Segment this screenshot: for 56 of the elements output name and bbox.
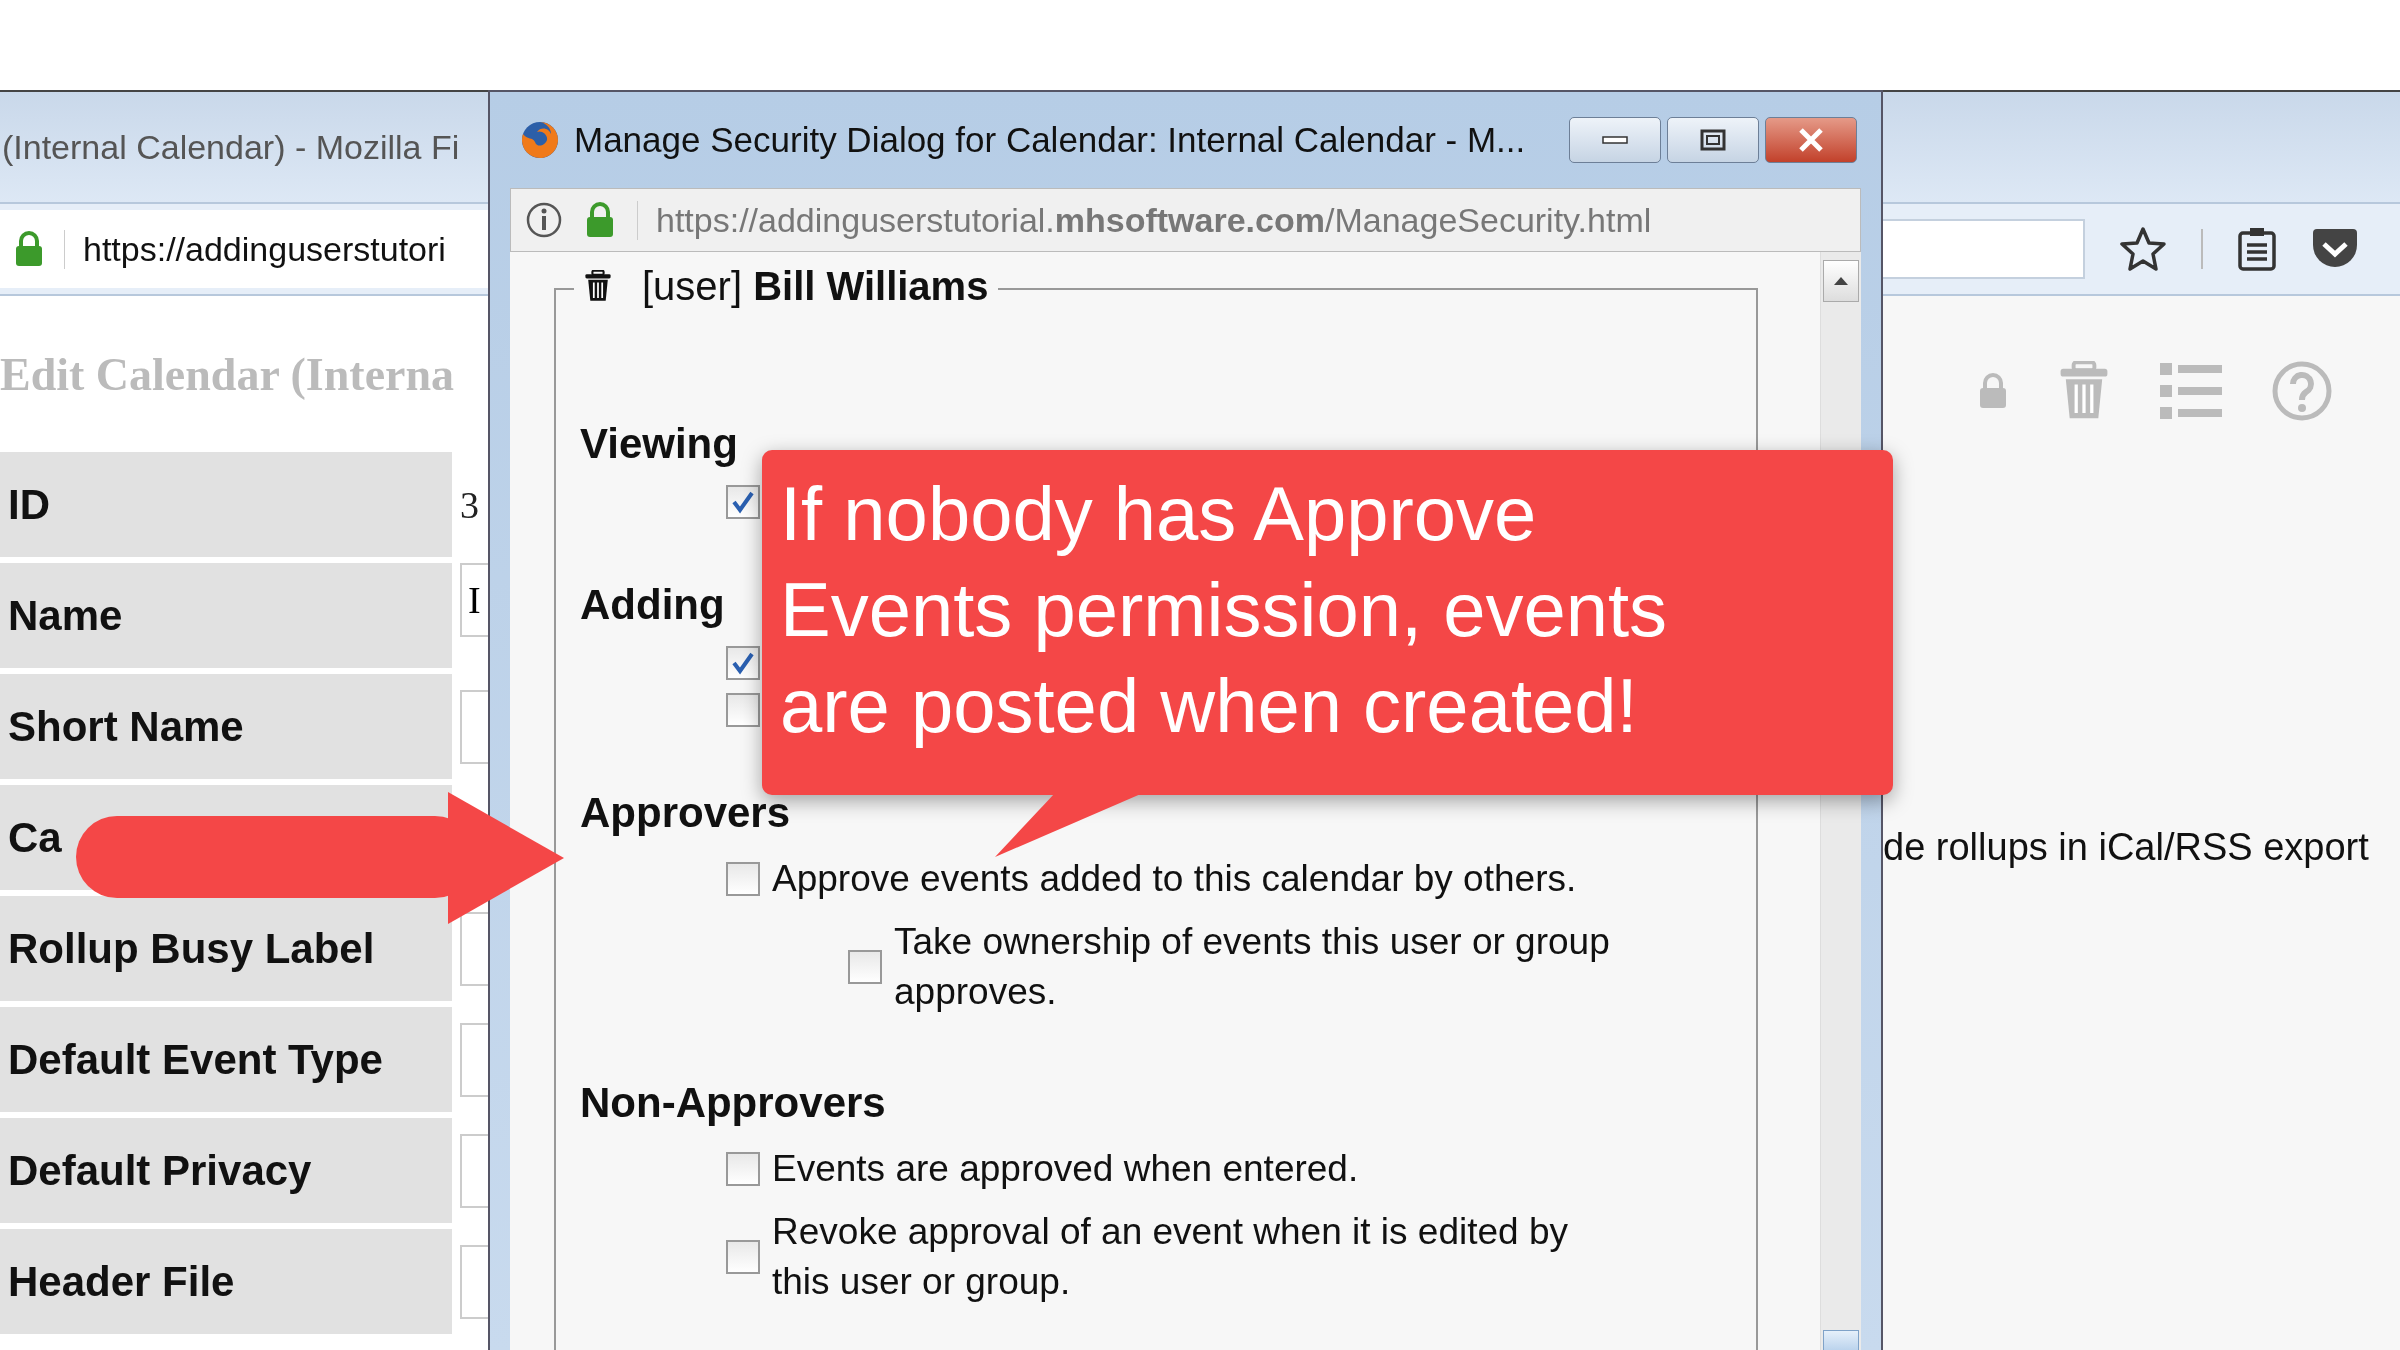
close-button[interactable] [1765, 117, 1857, 163]
close-icon [1797, 127, 1825, 153]
checkbox[interactable] [726, 693, 760, 727]
input-field[interactable] [460, 1133, 488, 1208]
checkbox[interactable] [726, 862, 760, 896]
maximize-button[interactable] [1667, 117, 1759, 163]
trash-icon [2058, 361, 2110, 421]
page-heading: Edit Calendar (Interna [0, 348, 456, 402]
info-icon[interactable] [525, 201, 563, 239]
window-title: (Internal Calendar) - Mozilla Fi [1, 127, 460, 167]
window-title: Manage Security Dialog for Calendar: Internal Calendar - M... [574, 120, 1527, 160]
lock-icon [585, 202, 615, 238]
search-field[interactable] [1883, 219, 2085, 279]
checkbox[interactable] [726, 485, 760, 519]
trash-icon [584, 270, 612, 303]
checkbox[interactable] [726, 1152, 760, 1186]
input-field[interactable] [460, 1022, 488, 1097]
field-value: 3 [460, 482, 480, 528]
scroll-up-button[interactable] [1823, 260, 1859, 302]
up-arrow-icon [1834, 277, 1848, 285]
field-label: Header File [8, 1257, 235, 1306]
help-icon[interactable] [2272, 361, 2332, 421]
lock-icon [1978, 373, 2008, 409]
input-field[interactable] [460, 1244, 488, 1319]
entry-title: [user] Bill Williams [642, 264, 989, 309]
section-heading: Adding [580, 581, 725, 630]
option-label: Approve events added to this calendar by others. [772, 857, 1578, 901]
field-label: Default Event Type [8, 1035, 383, 1084]
list-icon[interactable] [2160, 363, 2222, 419]
checkbox[interactable] [726, 1240, 760, 1274]
section-heading: Non-Approvers [580, 1079, 886, 1128]
checkbox[interactable] [848, 950, 882, 984]
option-label: Revoke approval of an event when it is edited by this user or group. [772, 1210, 1569, 1304]
clipboard-icon[interactable] [2237, 227, 2277, 271]
scrollbar-thumb[interactable] [1823, 1330, 1859, 1350]
field-label: Name [8, 591, 123, 640]
field-label: Ca [8, 813, 62, 862]
field-label: Default Privacy [8, 1146, 312, 1195]
field-label: ID [8, 480, 50, 529]
star-icon[interactable] [2119, 226, 2167, 272]
callout-bubble: If nobody has Approve Events permission, events are posted when created! [762, 450, 1893, 795]
option-label: Take ownership of events this user or group approves. [894, 920, 1611, 1014]
field-label: Short Name [8, 702, 244, 751]
field-label: Rollup Busy Label [8, 924, 375, 973]
app-icon [520, 120, 560, 160]
minimize-button[interactable] [1569, 117, 1661, 163]
option-label: de rollups in iCal/RSS export [1883, 826, 2370, 869]
minimize-icon [1602, 135, 1628, 145]
checkbox[interactable] [726, 646, 760, 680]
lock-icon [14, 231, 44, 267]
option-label: Events are approved when entered. [772, 1147, 1360, 1191]
input-field[interactable]: I [460, 563, 488, 637]
input-field[interactable] [460, 689, 488, 764]
maximize-icon [1700, 129, 1726, 151]
section-heading: Viewing [580, 420, 738, 469]
input-field[interactable] [460, 911, 488, 986]
